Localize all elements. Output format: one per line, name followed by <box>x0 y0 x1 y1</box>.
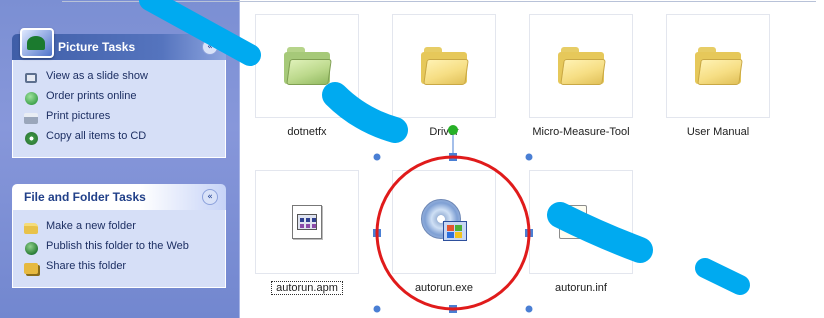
picture-tasks-panel: Picture Tasks « View as a slide show Ord… <box>12 28 226 158</box>
file-name[interactable]: autorun.apm <box>271 281 343 295</box>
task-copy-to-cd[interactable]: Copy all items to CD <box>23 129 215 146</box>
task-pane: Picture Tasks « View as a slide show Ord… <box>0 0 240 318</box>
share-folder-icon <box>23 260 39 276</box>
picture-tasks-list: View as a slide show Order prints online… <box>12 60 226 158</box>
file-name[interactable]: dotnetfx <box>246 126 368 138</box>
task-label[interactable]: Copy all items to CD <box>46 129 146 143</box>
collapse-chevron-icon[interactable]: « <box>202 189 218 205</box>
green-folder-icon <box>284 47 332 85</box>
order-prints-icon <box>23 90 39 106</box>
printer-icon <box>23 110 39 126</box>
document-icon <box>292 205 322 239</box>
task-publish-web[interactable]: Publish this folder to the Web <box>23 239 215 256</box>
file-folder-tasks-panel: File and Folder Tasks « Make a new folde… <box>12 184 226 288</box>
window-top-border <box>62 1 816 2</box>
file-folder-tasks-header[interactable]: File and Folder Tasks « <box>12 184 226 210</box>
folder-icon <box>558 47 606 85</box>
task-order-prints[interactable]: Order prints online <box>23 89 215 106</box>
task-label[interactable]: View as a slide show <box>46 69 148 83</box>
folder-icon <box>695 47 743 85</box>
task-share-folder[interactable]: Share this folder <box>23 259 215 276</box>
thumbnail-frame[interactable] <box>255 170 359 274</box>
cd-burn-icon <box>23 130 39 146</box>
file-name[interactable]: autorun.inf <box>520 282 642 294</box>
file-folder-tasks-list: Make a new folder Publish this folder to… <box>12 210 226 288</box>
file-name[interactable]: Driver <box>383 126 505 138</box>
file-folder-tasks-title: File and Folder Tasks <box>24 190 146 204</box>
file-name[interactable]: User Manual <box>657 126 779 138</box>
file-view: dotnetfx Driver Micro-Measure-Tool User … <box>240 0 824 318</box>
task-label[interactable]: Share this folder <box>46 259 126 273</box>
collapse-chevron-icon[interactable]: « <box>202 39 218 55</box>
cd-setup-icon <box>421 199 467 245</box>
task-view-slideshow[interactable]: View as a slide show <box>23 69 215 86</box>
file-name[interactable]: Micro-Measure-Tool <box>520 126 642 138</box>
task-label[interactable]: Print pictures <box>46 109 110 123</box>
publish-web-icon <box>23 240 39 256</box>
folder-icon <box>421 47 469 85</box>
task-label[interactable]: Publish this folder to the Web <box>46 239 196 253</box>
thumbnail-frame[interactable] <box>392 14 496 118</box>
task-label[interactable]: Make a new folder <box>46 219 136 233</box>
slideshow-icon <box>23 70 39 86</box>
new-folder-icon <box>23 220 39 236</box>
task-label[interactable]: Order prints online <box>46 89 137 103</box>
picture-tasks-logo-icon <box>20 28 54 58</box>
picture-tasks-header[interactable]: Picture Tasks « <box>12 28 226 60</box>
task-new-folder[interactable]: Make a new folder <box>23 219 215 236</box>
thumbnail-frame[interactable] <box>666 14 770 118</box>
config-file-icon <box>559 201 603 243</box>
thumbnail-frame[interactable] <box>529 14 633 118</box>
file-name[interactable]: autorun.exe <box>383 282 505 294</box>
thumbnail-frame[interactable] <box>392 170 496 274</box>
thumbnail-frame[interactable] <box>529 170 633 274</box>
picture-tasks-title: Picture Tasks <box>58 40 136 54</box>
thumbnail-frame[interactable] <box>255 14 359 118</box>
task-print-pictures[interactable]: Print pictures <box>23 109 215 126</box>
